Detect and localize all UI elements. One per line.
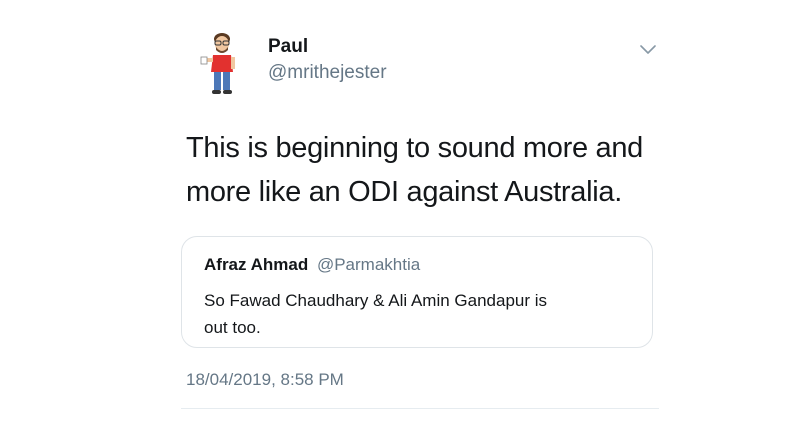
bitmoji-avatar-icon (200, 33, 235, 94)
user-handle[interactable]: @mrithejester (268, 62, 387, 84)
tweet-timestamp[interactable]: 18/04/2019, 8:58 PM (186, 369, 344, 391)
quoted-tweet-text-line: out too. (204, 318, 261, 337)
more-options-button[interactable] (634, 36, 662, 64)
chevron-down-icon (640, 45, 656, 54)
user-name[interactable]: Paul (268, 36, 308, 58)
quoted-tweet[interactable]: Afraz Ahmad @Parmakhtia So Fawad Chaudha… (181, 236, 653, 348)
tweet-text-line: This is beginning to sound more and (186, 132, 644, 164)
avatar[interactable] (196, 30, 246, 96)
quoted-tweet-text-line: So Fawad Chaudhary & Ali Amin Gandapur i… (204, 291, 548, 310)
tweet-text-line: more like an ODI against Australia. (186, 176, 622, 208)
tweet-text: This is beginning to sound more and more… (186, 126, 656, 214)
tweet-card: Paul @mrithejester This is beginning to … (0, 0, 800, 444)
quoted-tweet-text: So Fawad Chaudhary & Ali Amin Gandapur i… (204, 287, 634, 341)
quoted-user-name: Afraz Ahmad (204, 255, 309, 274)
quoted-tweet-header: Afraz Ahmad @Parmakhtia (204, 254, 420, 276)
quoted-user-handle: @Parmakhtia (316, 255, 421, 274)
divider (181, 408, 659, 409)
